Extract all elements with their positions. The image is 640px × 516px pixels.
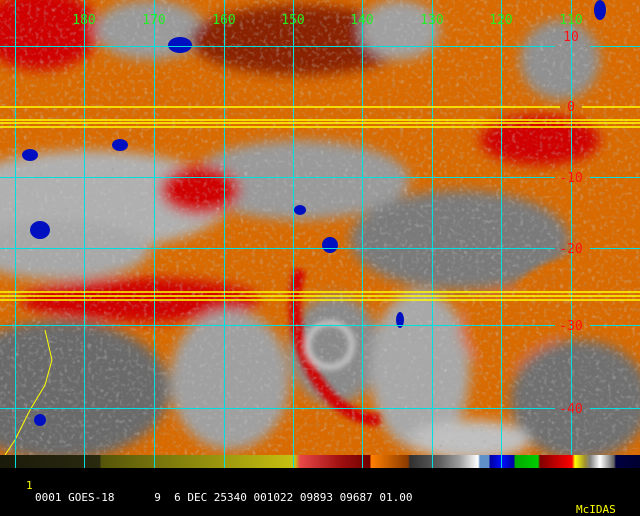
software-label: McIDAS [576, 503, 616, 516]
colorbar-tick [84, 455, 85, 468]
latitude-label-10: 10 [563, 30, 579, 45]
colorbar-tick [501, 455, 502, 468]
longitude-label-110: 110 [559, 13, 582, 28]
colorbar-tick [224, 455, 225, 468]
latitude-label-minus-20: -20 [559, 242, 582, 257]
longitude-lines [15, 0, 572, 455]
longitude-label-160: 160 [212, 13, 235, 28]
equator-lines [0, 106, 640, 301]
image-info-bar: 1 0001 GOES-18 9 6 DEC 25340 001022 0989… [0, 468, 640, 516]
latitude-label-minus-10: -10 [559, 171, 582, 186]
longitude-label-150: 150 [281, 13, 304, 28]
latitude-label-0: 0 [567, 100, 575, 115]
latitude-label-minus-30: -30 [559, 319, 582, 334]
colorbar-tick [432, 455, 433, 468]
color-enhancement-bar [0, 455, 640, 468]
frame-number: 1 [26, 479, 33, 492]
colorbar-tick [15, 455, 16, 468]
longitude-label-130: 130 [420, 13, 443, 28]
colorbar-tick [362, 455, 363, 468]
map-grid-overlay: 180 170 160 150 140 130 120 110 10 0 -10… [0, 0, 640, 455]
latitude-label-minus-40: -40 [559, 402, 582, 417]
longitude-label-140: 140 [350, 13, 373, 28]
colorbar-tick [154, 455, 155, 468]
longitude-label-180: 180 [72, 13, 95, 28]
colorbar-tick [293, 455, 294, 468]
image-info-text: 0001 GOES-18 9 6 DEC 25340 001022 09893 … [35, 491, 413, 504]
longitude-label-170: 170 [142, 13, 165, 28]
latitude-lines [0, 46, 640, 409]
longitude-label-120: 120 [489, 13, 512, 28]
